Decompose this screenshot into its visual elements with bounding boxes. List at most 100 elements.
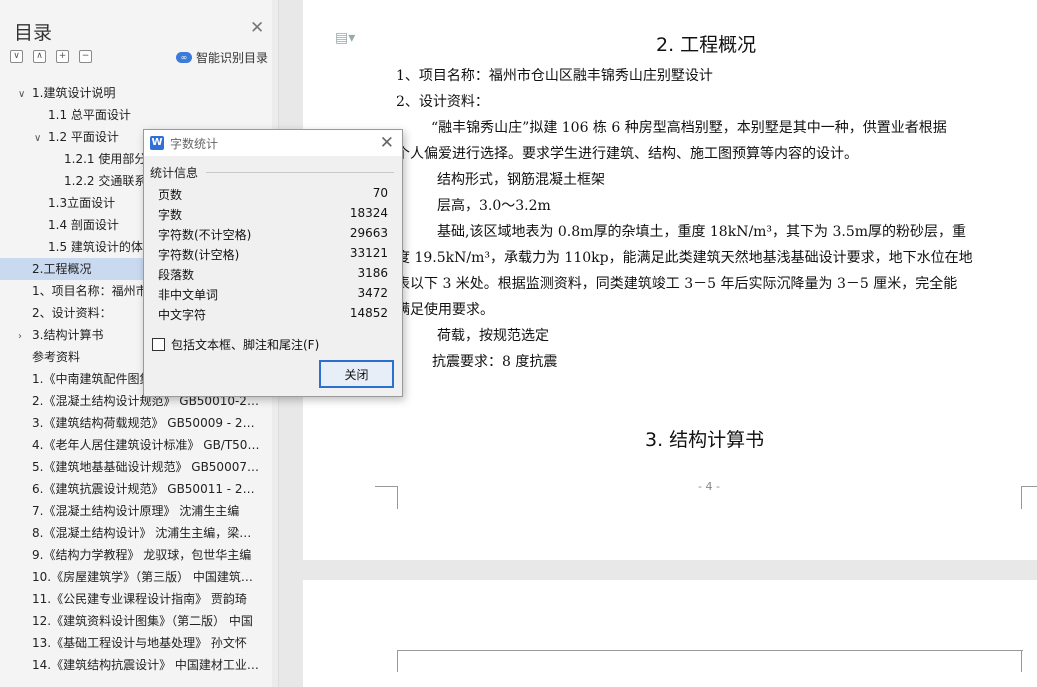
toc-item-label: 2.工程概况: [32, 262, 92, 276]
page-corner-mark: [1021, 650, 1022, 672]
stat-label: 页数: [158, 188, 183, 202]
stat-value: 70: [372, 186, 388, 200]
stat-label: 字符数(不计空格): [158, 228, 252, 242]
stat-value: 3472: [357, 286, 388, 300]
document-page: ▤▾ 2. 工程概况 1、项目名称：福州市仓山区融丰锦秀山庄别墅设计 2、设计资…: [303, 0, 1037, 560]
stat-label: 字符数(计空格): [158, 248, 240, 262]
toc-item-label: 14.《建筑结构抗震设计》 中国建材工业出版社: [32, 658, 279, 672]
toc-item-label: 1.建筑设计说明: [32, 86, 116, 100]
document-icon[interactable]: ▤▾: [335, 30, 355, 46]
toc-item-label: 3.结构计算书: [32, 328, 104, 342]
close-button[interactable]: 关闭: [319, 360, 394, 388]
toc-item-label: 5.《建筑地基基础设计规范》 GB50007-2011: [32, 460, 279, 474]
paragraph-line: 2、设计资料：: [396, 94, 489, 110]
add-level-icon[interactable]: +: [56, 50, 69, 63]
chevron-down-icon[interactable]: ∨: [18, 84, 32, 104]
stat-value: 3186: [357, 266, 388, 280]
paragraph-line: 结构形式，钢筋混凝土框架: [437, 172, 605, 188]
paragraph-line: 荷载，按规范选定: [437, 328, 549, 344]
toc-item-label: 1.1 总平面设计: [48, 108, 131, 122]
toc-item[interactable]: ∨ 1.建筑设计说明: [0, 82, 279, 104]
page-corner-mark: [1021, 486, 1037, 509]
close-icon[interactable]: ✕: [250, 20, 264, 37]
page-number: - 4 -: [698, 480, 720, 493]
chevron-down-icon[interactable]: ∨: [34, 128, 48, 148]
toc-item-label: 1、项目名称：福州市: [32, 284, 148, 298]
toc-item-label: 7.《混凝土结构设计原理》 沈浦生主编: [32, 504, 240, 518]
toc-item-label: 4.《老年人居住建筑设计标准》 GB/T50340: [32, 438, 271, 452]
stat-label: 中文字符: [158, 308, 207, 322]
toc-item[interactable]: 3.《建筑结构荷载规范》 GB50009 - 2012: [0, 412, 279, 434]
stat-value: 29663: [349, 226, 388, 240]
page-corner-mark: [397, 650, 398, 672]
toc-item-label: 1.2.1 使用部分: [64, 152, 147, 166]
toc-item[interactable]: 11.《公民建专业课程设计指南》 贾韵琦: [0, 588, 279, 610]
page-corner-mark: [375, 486, 398, 509]
toc-item[interactable]: 1.1 总平面设计: [0, 104, 279, 126]
toc-item[interactable]: 5.《建筑地基基础设计规范》 GB50007-2011: [0, 456, 279, 478]
toc-title: 目录: [14, 22, 53, 44]
toc-item[interactable]: 9.《结构力学教程》 龙驭球，包世华主编: [0, 544, 279, 566]
remove-level-icon[interactable]: −: [79, 50, 92, 63]
toc-item[interactable]: 14.《建筑结构抗震设计》 中国建材工业出版社: [0, 654, 279, 676]
stat-row: 字数 18324: [158, 206, 388, 223]
smart-toc-button[interactable]: ∞ 智能识别目录: [176, 49, 268, 66]
paragraph-line: 满足使用要求。: [396, 302, 494, 318]
stats-group-label: 统计信息: [150, 166, 199, 180]
stat-value: 33121: [349, 246, 388, 260]
checkbox-box[interactable]: [152, 338, 165, 351]
include-label: 包括文本框、脚注和尾注(F): [171, 338, 320, 352]
word-count-dialog: W 字数统计 ✕ 统计信息 页数 70 字数 18324 字符数(不计空格) 29663 字…: [143, 129, 403, 397]
toc-item-label: 参考资料: [32, 350, 81, 364]
stat-row: 页数 70: [158, 186, 388, 203]
expand-up-icon[interactable]: ∧: [33, 50, 46, 63]
toc-item-label: 13.《基础工程设计与地基处理》 孙文怀: [32, 636, 247, 650]
toc-item-label: 1.2.2 交通联系: [64, 174, 147, 188]
cloud-icon: ∞: [176, 52, 192, 63]
toc-item-label: 9.《结构力学教程》 龙驭球，包世华主编: [32, 548, 252, 562]
stat-label: 非中文单词: [158, 288, 219, 302]
close-icon[interactable]: ✕: [380, 133, 394, 153]
toc-item-label: 1.2 平面设计: [48, 130, 119, 144]
stat-row: 字符数(计空格) 33121: [158, 246, 388, 263]
header-line: [397, 650, 1023, 651]
toc-item-label: 6.《建筑抗震设计规范》 GB50011 - 2010: [32, 482, 266, 496]
toc-item-label: 12.《建筑资料设计图集》（第二版） 中国: [32, 614, 253, 628]
paragraph-line: 基础,该区域地表为 0.8m厚的杂填土，重度 18kN/m³，其下为 3.5m厚…: [437, 224, 967, 240]
toc-item-label: 1.《中南建筑配件图集: [32, 372, 152, 386]
toc-item[interactable]: 8.《混凝土结构设计》 沈浦生主编，梁兴文: [0, 522, 279, 544]
stat-row: 中文字符 14852: [158, 306, 388, 323]
stat-value: 14852: [349, 306, 388, 320]
paragraph-line: 个人偏爱进行选择。要求学生进行建筑、结构、施工图预算等内容的设计。: [396, 146, 858, 162]
stat-label: 字数: [158, 208, 183, 222]
paragraph-line: 抗震要求：8 度抗震: [432, 354, 558, 370]
paragraph-line: 层高，3.0～3.2m: [437, 198, 551, 214]
toc-item[interactable]: 13.《基础工程设计与地基处理》 孙文怀: [0, 632, 279, 654]
include-textbox-checkbox[interactable]: 包括文本框、脚注和尾注(F): [152, 336, 319, 353]
toc-item-label: 3.《建筑结构荷载规范》 GB50009 - 2012: [32, 416, 266, 430]
wps-logo-icon: W: [150, 136, 164, 150]
toc-item[interactable]: 6.《建筑抗震设计规范》 GB50011 - 2010: [0, 478, 279, 500]
stat-value: 18324: [349, 206, 388, 220]
document-page: [303, 580, 1037, 687]
toc-item-label: 1.4 剖面设计: [48, 218, 119, 232]
toc-item-label: 8.《混凝土结构设计》 沈浦生主编，梁兴文: [32, 526, 264, 540]
toc-item-label: 10.《房屋建筑学》（第三版） 中国建筑工业: [32, 570, 265, 584]
toc-item[interactable]: 12.《建筑资料设计图集》（第二版） 中国: [0, 610, 279, 632]
toc-item[interactable]: 10.《房屋建筑学》（第三版） 中国建筑工业: [0, 566, 279, 588]
toc-item-label: 1.5 建筑设计的体: [48, 240, 143, 254]
smart-toc-label: 智能识别目录: [196, 51, 269, 65]
dialog-titlebar[interactable]: W 字数统计 ✕: [144, 130, 402, 156]
paragraph-line: 表以下 3 米处。根据监测资料，同类建筑竣工 3－5 年后实际沉降量为 3－5 …: [396, 276, 958, 292]
collapse-all-icon[interactable]: ∨: [10, 50, 23, 63]
toc-item[interactable]: 7.《混凝土结构设计原理》 沈浦生主编: [0, 500, 279, 522]
section-heading: 3. 结构计算书: [645, 429, 765, 451]
toc-item-label: 11.《公民建专业课程设计指南》 贾韵琦: [32, 592, 247, 606]
stat-row: 非中文单词 3472: [158, 286, 388, 303]
toc-toolbar: ∨ ∧ + −: [10, 50, 92, 63]
stat-label: 段落数: [158, 268, 195, 282]
toc-item[interactable]: 4.《老年人居住建筑设计标准》 GB/T50340: [0, 434, 279, 456]
dialog-title: 字数统计: [170, 136, 219, 151]
paragraph-line: “融丰锦秀山庄”拟建 106 栋 6 种房型高档别墅，本别墅是其中一种，供置业者…: [431, 120, 947, 136]
chevron-right-icon[interactable]: ›: [18, 326, 32, 346]
